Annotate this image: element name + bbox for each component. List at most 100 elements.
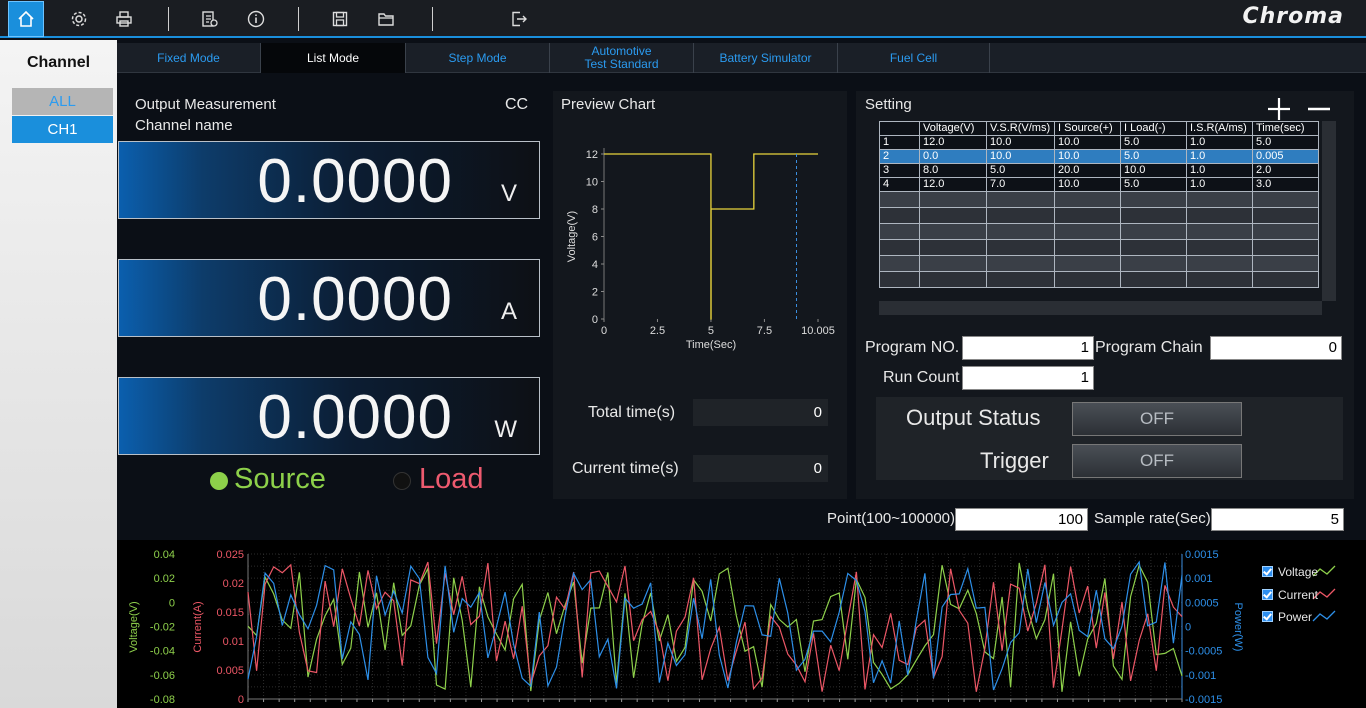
tab-list-mode[interactable]: List Mode	[261, 43, 406, 73]
table-cell[interactable]: 2.0	[1252, 163, 1319, 178]
settings-icon[interactable]	[63, 3, 95, 35]
table-cell[interactable]: 8.0	[919, 163, 987, 178]
table-cell[interactable]: 5.0	[1120, 149, 1187, 164]
table-cell[interactable]: 10.0	[1054, 177, 1121, 192]
sidebar-item-all[interactable]: ALL	[12, 88, 113, 115]
chroma-logo: Chroma	[1242, 4, 1344, 29]
table-cell[interactable]: 10.0	[986, 149, 1055, 164]
x-tick-label: 10.005	[801, 325, 835, 337]
x-tick-label: 5	[708, 325, 714, 337]
table-cell[interactable]: 0.005	[1252, 149, 1319, 164]
table-cell[interactable]: 12.0	[919, 177, 987, 192]
table-cell[interactable]: 5.0	[1120, 177, 1187, 192]
x-tick-label: 7.5	[757, 325, 772, 337]
channel-sidebar: Channel ALL CH1	[0, 40, 117, 708]
voltage-tick-label: -0.04	[150, 646, 175, 658]
table-cell[interactable]: 10.0	[1054, 135, 1121, 150]
tab-automotive-test-standard[interactable]: Automotive Test Standard	[550, 43, 694, 73]
point-input[interactable]: 100	[955, 508, 1088, 531]
table-cell: 3	[879, 163, 920, 178]
table-row-selected[interactable]: 2 0.0 10.0 10.0 5.0 1.0 0.005	[879, 149, 1319, 164]
power-tick-label: 0.0015	[1185, 549, 1219, 561]
print-icon[interactable]	[108, 3, 140, 35]
save-icon[interactable]	[324, 3, 356, 35]
tab-fixed-mode[interactable]: Fixed Mode	[117, 43, 261, 73]
tab-fuel-cell[interactable]: Fuel Cell	[838, 43, 990, 73]
home-icon[interactable]	[8, 1, 44, 37]
voltage-tick-label: 0.02	[154, 573, 175, 585]
table-header-cell: Voltage(V)	[919, 121, 987, 136]
x-tick-label: 2.5	[650, 325, 665, 337]
table-row-empty[interactable]	[879, 239, 1319, 256]
legend-power[interactable]: Power	[1262, 610, 1312, 624]
list-program-table[interactable]: Voltage(V) V.S.R(V/ms) I Source(+) I Loa…	[879, 121, 1319, 288]
table-cell[interactable]: 1.0	[1186, 177, 1253, 192]
legend-voltage[interactable]: Voltage	[1262, 565, 1318, 579]
table-cell[interactable]: 12.0	[919, 135, 987, 150]
trigger-button[interactable]: OFF	[1072, 444, 1242, 478]
mode-tabs: Fixed Mode List Mode Step Mode Automotiv…	[117, 43, 1366, 73]
table-row[interactable]: 1 12.0 10.0 10.0 5.0 1.0 5.0	[879, 135, 1319, 150]
table-row[interactable]: 4 12.0 7.0 10.0 5.0 1.0 3.0	[879, 177, 1319, 192]
tab-step-mode[interactable]: Step Mode	[406, 43, 550, 73]
sidebar-item-ch1[interactable]: CH1	[12, 116, 113, 143]
table-row[interactable]: 3 8.0 5.0 20.0 10.0 1.0 2.0	[879, 163, 1319, 178]
table-row-empty[interactable]	[879, 271, 1319, 288]
table-cell[interactable]: 0.0	[919, 149, 987, 164]
table-row-empty[interactable]	[879, 223, 1319, 240]
load-indicator-icon	[393, 472, 411, 490]
legend-current[interactable]: Current	[1262, 588, 1318, 602]
power-tick-label: 0.0005	[1185, 597, 1219, 609]
table-vertical-scrollbar[interactable]	[1322, 121, 1336, 301]
table-cell[interactable]: 1.0	[1186, 149, 1253, 164]
sidebar-title: Channel	[26, 54, 91, 71]
current-tick-label: 0	[238, 694, 244, 706]
voltage-program-line	[604, 153, 818, 320]
table-header-cell: I Source(+)	[1054, 121, 1121, 136]
current-tick-label: 0.02	[223, 578, 244, 590]
table-row-empty[interactable]	[879, 191, 1319, 208]
remove-row-icon[interactable]	[1306, 96, 1332, 122]
program-no-input[interactable]: 1	[962, 336, 1094, 360]
power-tick-label: 0.001	[1185, 573, 1213, 585]
checkbox-icon[interactable]	[1262, 589, 1273, 600]
top-toolbar: Chroma	[0, 0, 1366, 38]
table-cell[interactable]: 20.0	[1054, 163, 1121, 178]
table-cell[interactable]: 5.0	[986, 163, 1055, 178]
sample-rate-input[interactable]: 5	[1211, 508, 1344, 531]
info-icon[interactable]	[240, 3, 272, 35]
power-axis-label: Power(W)	[1232, 603, 1244, 652]
table-cell[interactable]: 10.0	[1054, 149, 1121, 164]
voltage-tick-label: -0.02	[150, 622, 175, 634]
table-cell[interactable]: 7.0	[986, 177, 1055, 192]
output-status-button[interactable]: OFF	[1072, 402, 1242, 436]
voltage-tick-label: -0.06	[150, 670, 175, 682]
checkbox-icon[interactable]	[1262, 611, 1273, 622]
checkbox-icon[interactable]	[1262, 566, 1273, 577]
current-tick-label: 0.01	[223, 636, 244, 648]
logout-icon[interactable]	[503, 3, 535, 35]
run-count-input[interactable]: 1	[962, 366, 1094, 390]
point-label: Point(100~100000)	[827, 510, 956, 527]
table-cell[interactable]: 5.0	[1120, 135, 1187, 150]
add-row-icon[interactable]	[1266, 96, 1292, 122]
y-axis-label: Voltage(V)	[566, 211, 578, 262]
table-cell[interactable]: 1.0	[1186, 163, 1253, 178]
open-folder-icon[interactable]	[370, 3, 402, 35]
table-cell[interactable]: 10.0	[986, 135, 1055, 150]
toolbar-divider	[432, 7, 433, 31]
voltage-axis-label: Voltage(V)	[128, 601, 140, 652]
report-icon[interactable]	[193, 3, 225, 35]
table-cell[interactable]: 1.0	[1186, 135, 1253, 150]
y-tick-label: 12	[586, 149, 598, 161]
table-header-cell: V.S.R(V/ms)	[986, 121, 1055, 136]
table-row-empty[interactable]	[879, 207, 1319, 224]
table-cell[interactable]: 10.0	[1120, 163, 1187, 178]
table-cell[interactable]: 3.0	[1252, 177, 1319, 192]
table-cell[interactable]: 5.0	[1252, 135, 1319, 150]
legend-current-label: Current	[1278, 588, 1319, 602]
table-row-empty[interactable]	[879, 255, 1319, 272]
table-horizontal-scrollbar[interactable]	[879, 301, 1322, 315]
program-chain-input[interactable]: 0	[1210, 336, 1342, 360]
tab-battery-simulator[interactable]: Battery Simulator	[694, 43, 838, 73]
